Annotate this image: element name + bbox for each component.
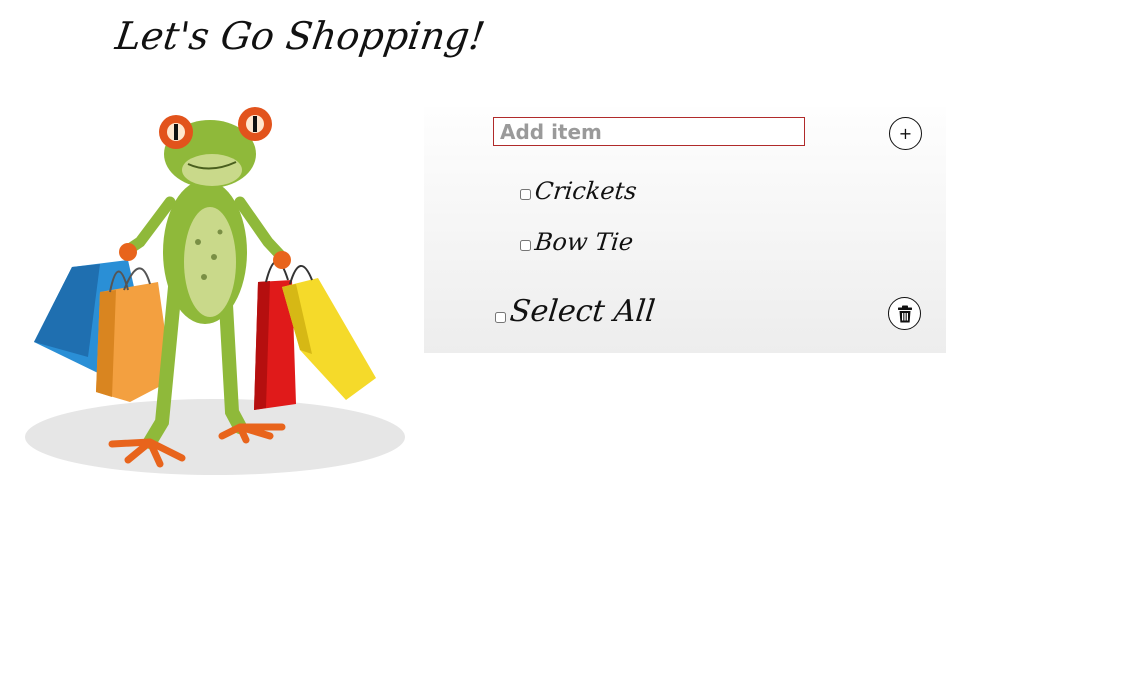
list-item: Crickets [520, 177, 639, 205]
select-all-row: Select All [495, 294, 657, 329]
trash-icon [897, 305, 912, 322]
item-label: Bow Tie [533, 228, 635, 256]
add-item-button[interactable]: + [889, 117, 922, 150]
plus-icon: + [898, 124, 913, 143]
select-all-label: Select All [508, 294, 657, 329]
delete-items-button[interactable] [888, 297, 921, 330]
shopping-list-panel: + Crickets Bow Tie Select All [424, 107, 946, 353]
item-checkbox[interactable] [520, 240, 531, 251]
item-checkbox[interactable] [520, 189, 531, 200]
list-item: Bow Tie [520, 228, 635, 256]
select-all-checkbox[interactable] [495, 312, 506, 323]
add-item-input[interactable] [493, 117, 805, 146]
item-label: Crickets [533, 177, 639, 205]
frog-shopping-illustration [25, 107, 405, 475]
page-title: Let's Go Shopping! [112, 14, 488, 58]
